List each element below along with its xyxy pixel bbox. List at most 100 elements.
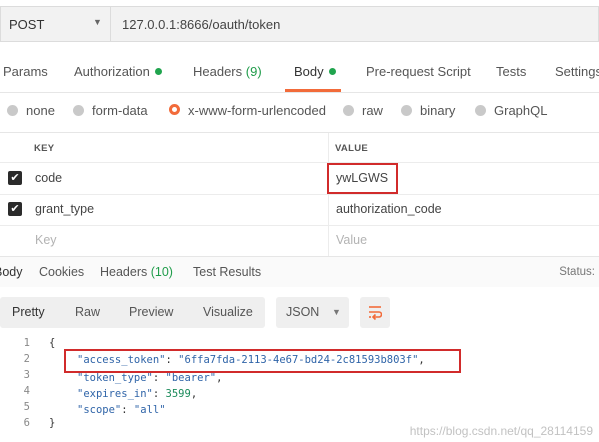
radio-circle-icon	[343, 105, 354, 116]
tab-settings[interactable]: Settings	[555, 52, 599, 92]
radio-urlencoded-label: x-www-form-urlencoded	[188, 103, 326, 118]
key-cell[interactable]: code	[35, 171, 62, 185]
view-raw-button[interactable]: Raw	[75, 297, 100, 328]
active-tab-indicator	[285, 89, 341, 92]
json-string-value: "6ffa7fda-2113-4e67-bd24-2c81593b803f"	[178, 354, 419, 366]
response-tab-headers[interactable]: Headers (10)	[100, 257, 173, 287]
wrap-lines-icon	[369, 306, 382, 321]
response-tabs: Body Cookies Headers (10) Test Results S…	[0, 256, 599, 287]
tab-body-label: Body	[294, 64, 324, 79]
response-tab-headers-label: Headers	[100, 265, 148, 279]
radio-binary[interactable]: binary	[401, 98, 455, 124]
tab-prerequest-label: Pre-request Script	[366, 64, 471, 79]
radio-form-data-label: form-data	[92, 103, 148, 118]
method-select[interactable]: POST ▼	[0, 6, 111, 42]
json-key: "scope"	[77, 404, 122, 416]
radio-circle-icon	[401, 105, 412, 116]
json-number-value: 3599	[165, 388, 191, 400]
wrap-lines-button[interactable]	[360, 297, 390, 328]
radio-none[interactable]: none	[7, 98, 55, 124]
json-close-brace: }	[49, 417, 56, 429]
tab-headers-label: Headers	[193, 64, 243, 79]
json-key: "token_type"	[77, 372, 153, 384]
chevron-down-icon: ▼	[332, 307, 341, 317]
tab-headers[interactable]: Headers (9)	[193, 52, 262, 92]
key-placeholder[interactable]: Key	[35, 233, 57, 247]
json-key: "expires_in"	[77, 388, 153, 400]
line-number: 2	[23, 353, 30, 365]
radio-binary-label: binary	[420, 103, 456, 118]
request-tabs: Params Authorization Headers (9) Body Pr…	[0, 52, 599, 93]
radio-raw-label: raw	[362, 103, 383, 118]
table-row: ✔ code ywLGWS	[0, 163, 599, 195]
value-placeholder[interactable]: Value	[336, 233, 367, 247]
line-number: 3	[23, 369, 30, 381]
tab-authorization[interactable]: Authorization	[74, 52, 162, 92]
radio-graphql[interactable]: GraphQL	[475, 98, 547, 124]
tab-tests[interactable]: Tests	[496, 52, 526, 92]
checkbox-checked-icon[interactable]: ✔	[8, 202, 22, 216]
json-key: "access_token"	[77, 354, 166, 366]
radio-graphql-label: GraphQL	[494, 103, 548, 118]
value-cell[interactable]: ywLGWS	[336, 171, 388, 185]
status-dot-icon	[328, 68, 336, 75]
radio-selected-icon	[169, 104, 180, 115]
tab-tests-label: Tests	[496, 64, 527, 79]
kv-header-row: KEY VALUE	[0, 133, 599, 163]
view-preview-button[interactable]: Preview	[129, 297, 173, 328]
body-type-options: none form-data x-www-form-urlencoded raw…	[0, 98, 599, 124]
response-tab-test-results[interactable]: Test Results	[193, 257, 261, 287]
radio-urlencoded[interactable]: x-www-form-urlencoded	[169, 98, 326, 124]
json-open-brace: {	[49, 337, 56, 349]
response-tab-body[interactable]: Body	[0, 257, 23, 287]
format-label: JSON	[286, 305, 320, 319]
chevron-down-icon: ▼	[93, 17, 102, 27]
response-tab-body-label: Body	[0, 265, 23, 279]
json-line-scope: "scope": "all"	[77, 404, 166, 416]
tab-prerequest-script[interactable]: Pre-request Script	[366, 52, 471, 92]
table-row: ✔ grant_type authorization_code	[0, 194, 599, 226]
line-number: 1	[23, 337, 30, 349]
method-label: POST	[9, 17, 45, 32]
tab-authorization-label: Authorization	[74, 64, 150, 79]
line-number: 6	[23, 417, 30, 429]
tab-body[interactable]: Body	[294, 52, 336, 92]
value-header: VALUE	[335, 143, 368, 154]
response-tab-cookies-label: Cookies	[39, 265, 85, 279]
json-line-token-type: "token_type": "bearer",	[77, 372, 223, 384]
url-bar: POST ▼ 127.0.0.1:8666/oauth/token	[0, 6, 599, 42]
checkbox-checked-icon[interactable]: ✔	[8, 171, 22, 185]
tab-settings-label: Settings	[555, 64, 599, 79]
key-cell[interactable]: grant_type	[35, 202, 94, 216]
format-select[interactable]: JSON ▼	[276, 297, 349, 328]
response-status: Status:	[559, 266, 595, 278]
tab-params[interactable]: Params	[3, 52, 48, 92]
line-number: 4	[23, 385, 30, 397]
json-line-expires-in: "expires_in": 3599,	[77, 388, 198, 400]
line-number: 5	[23, 401, 30, 413]
response-tab-headers-count: (10)	[150, 265, 173, 279]
radio-none-label: none	[26, 103, 55, 118]
status-dot-icon	[154, 68, 162, 75]
url-text: 127.0.0.1:8666/oauth/token	[122, 17, 281, 32]
json-string-value: "all"	[133, 404, 166, 416]
radio-raw[interactable]: raw	[343, 98, 383, 124]
kv-table: KEY VALUE ✔ code ywLGWS ✔ grant_type aut…	[0, 132, 599, 256]
json-string-value: "bearer"	[165, 372, 217, 384]
radio-circle-icon	[475, 105, 486, 116]
tab-params-label: Params	[3, 64, 48, 79]
watermark: https://blog.csdn.net/qq_28114159	[409, 424, 593, 438]
view-pretty-button[interactable]: Pretty	[12, 297, 45, 328]
table-row-new: Key Value	[0, 225, 599, 256]
radio-form-data[interactable]: form-data	[73, 98, 148, 124]
view-mode-bar: Pretty Raw Preview Visualize	[0, 297, 265, 328]
view-visualize-button[interactable]: Visualize	[203, 297, 253, 328]
tab-headers-count: (9)	[245, 64, 262, 79]
radio-circle-icon	[73, 105, 84, 116]
response-tab-cookies[interactable]: Cookies	[39, 257, 84, 287]
response-tab-test-results-label: Test Results	[193, 265, 262, 279]
json-line-access-token: "access_token": "6ffa7fda-2113-4e67-bd24…	[77, 354, 425, 366]
value-cell[interactable]: authorization_code	[336, 202, 442, 216]
key-header: KEY	[34, 143, 55, 154]
url-input[interactable]: 127.0.0.1:8666/oauth/token	[111, 6, 599, 42]
